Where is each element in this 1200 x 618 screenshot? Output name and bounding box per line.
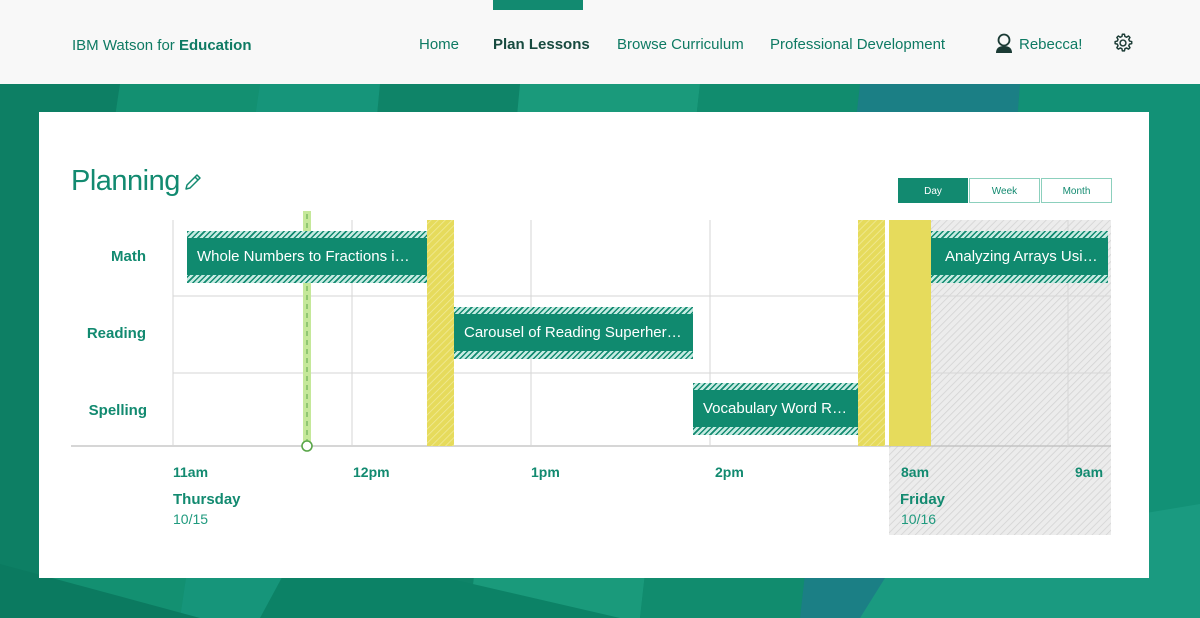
event-card[interactable]: Whole Numbers to Fractions in Gr... xyxy=(187,231,427,283)
time-label: 11am xyxy=(173,464,209,480)
day-name: Friday xyxy=(900,491,946,508)
event-title: Vocabulary Word Rev... xyxy=(693,390,858,427)
time-label: 2pm xyxy=(715,464,744,480)
break-column xyxy=(889,220,931,446)
break-column xyxy=(427,220,454,446)
day-name: Thursday xyxy=(173,491,241,508)
event-card[interactable]: Analyzing Arrays Using... xyxy=(931,231,1108,283)
break-column xyxy=(858,220,885,446)
day-date: 10/16 xyxy=(901,511,937,527)
time-label: 9am xyxy=(1075,464,1104,480)
time-label: 1pm xyxy=(531,464,560,480)
event-title: Analyzing Arrays Using... xyxy=(931,238,1108,275)
row-label-reading: Reading xyxy=(86,325,146,342)
day-date: 10/15 xyxy=(173,511,209,527)
event-title: Carousel of Reading Superheroes xyxy=(454,314,693,351)
event-card[interactable]: Carousel of Reading Superheroes xyxy=(454,307,693,359)
event-title: Whole Numbers to Fractions in Gr... xyxy=(187,238,427,275)
row-label-spelling: Spelling xyxy=(88,402,147,419)
event-card[interactable]: Vocabulary Word Rev... xyxy=(693,383,858,435)
row-label-math: Math xyxy=(111,248,146,265)
time-label: 12pm xyxy=(353,464,390,480)
time-label: 8am xyxy=(901,464,930,480)
